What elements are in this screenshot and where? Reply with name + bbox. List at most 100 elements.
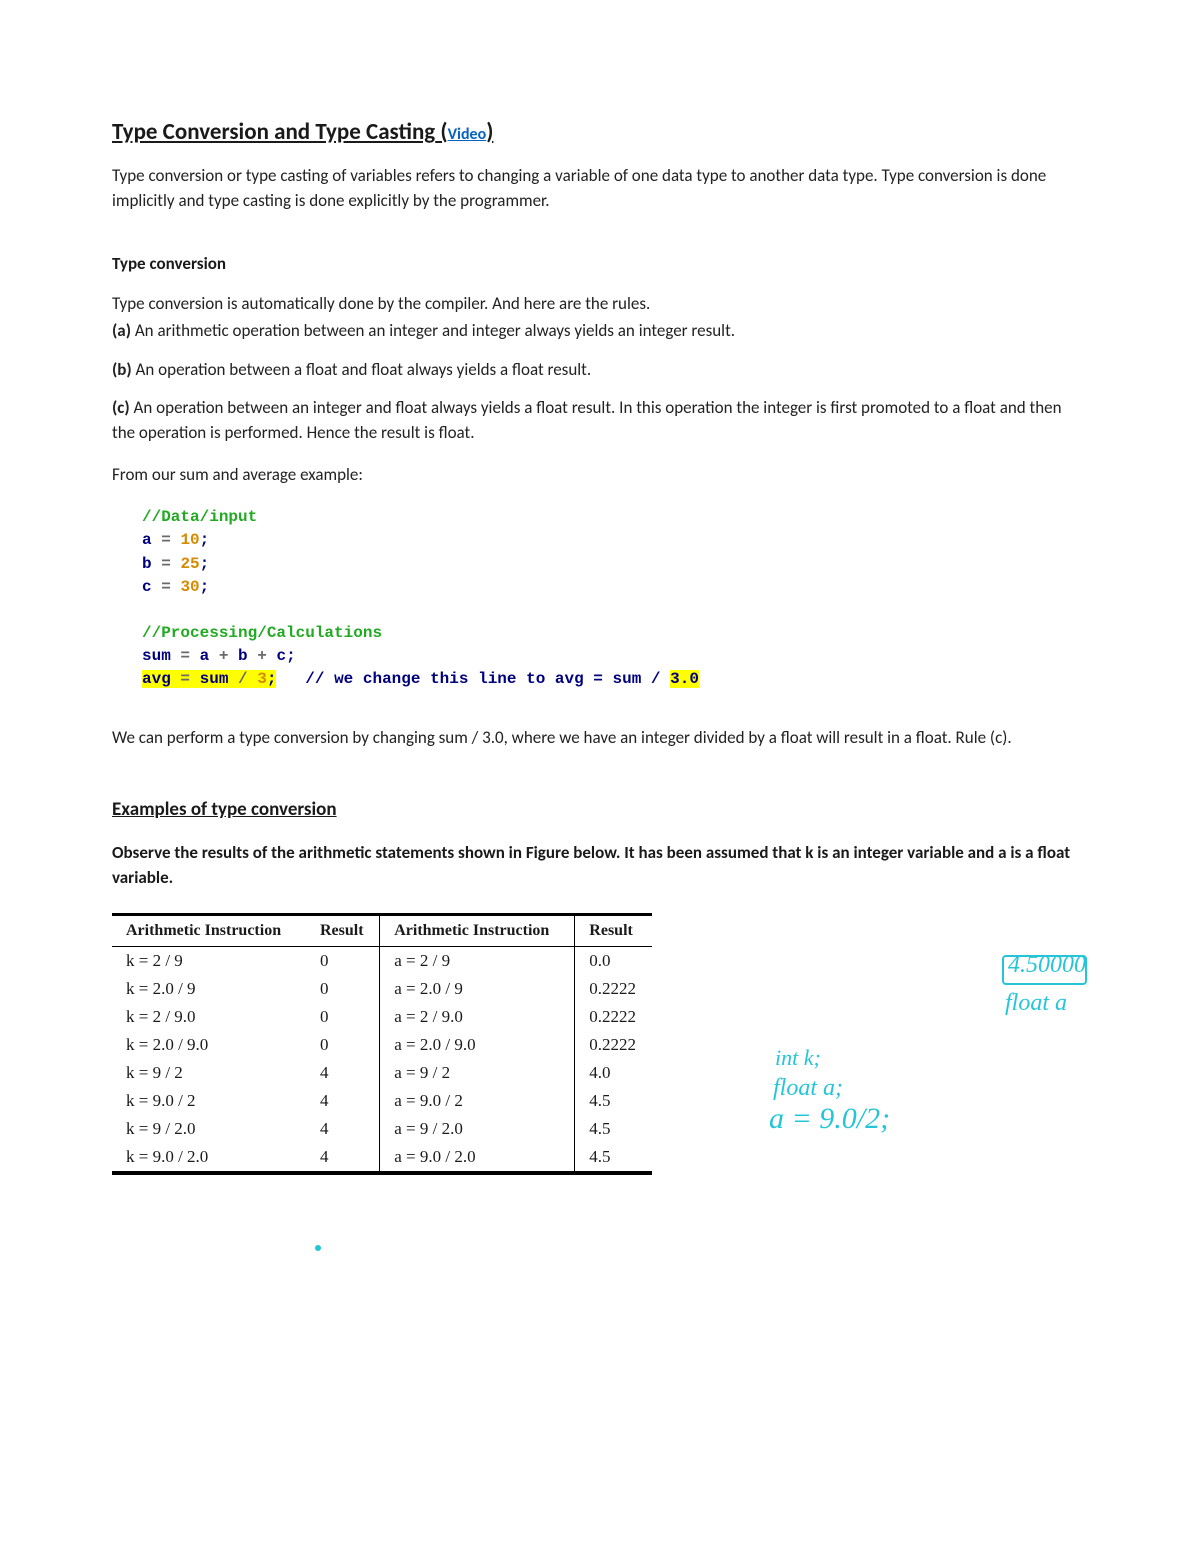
table-cell: 0 xyxy=(306,1031,380,1059)
code-semi: ; xyxy=(286,647,296,665)
code-num: 25 xyxy=(180,555,199,573)
handwriting-line-3: a = 9.0/2; xyxy=(769,1102,890,1136)
title-paren-close: ) xyxy=(486,118,493,146)
table-row: k = 9.0 / 24a = 9.0 / 24.5 xyxy=(112,1087,652,1115)
table-cell: a = 2 / 9 xyxy=(380,946,575,975)
code-var: a xyxy=(142,531,152,549)
intro-paragraph: Type conversion or type casting of varia… xyxy=(112,164,1088,213)
table-row: k = 2 / 9.00a = 2 / 9.00.2222 xyxy=(112,1003,652,1031)
table-cell: 0 xyxy=(306,1003,380,1031)
page-title: Type Conversion and Type Casting xyxy=(112,118,435,146)
table-cell: 4 xyxy=(306,1087,380,1115)
table-cell: a = 2.0 / 9.0 xyxy=(380,1031,575,1059)
code-highlight: avg = sum / 3; xyxy=(142,670,276,688)
table-cell: 0 xyxy=(306,975,380,1003)
code-var: sum xyxy=(190,670,238,688)
table-row: k = 2 / 90a = 2 / 90.0 xyxy=(112,946,652,975)
rule-c-prefix: (c) xyxy=(112,397,130,418)
code-op: = xyxy=(180,670,190,688)
conversion-table: Arithmetic Instruction Result Arithmetic… xyxy=(112,913,652,1175)
code-semi: ; xyxy=(200,578,210,596)
table-cell: k = 2.0 / 9 xyxy=(112,975,306,1003)
code-var: c xyxy=(267,647,286,665)
table-cell: k = 9 / 2.0 xyxy=(112,1115,306,1143)
code-var: sum xyxy=(142,647,180,665)
table-cell: 4 xyxy=(306,1059,380,1087)
table-header: Arithmetic Instruction xyxy=(380,914,575,946)
table-row: k = 2.0 / 90a = 2.0 / 90.2222 xyxy=(112,975,652,1003)
examples-heading: Examples of type conversion xyxy=(112,798,1088,821)
rule-b: (b) An operation between a float and flo… xyxy=(112,358,1088,383)
table-cell: a = 9.0 / 2 xyxy=(380,1087,575,1115)
table-header-row: Arithmetic Instruction Result Arithmetic… xyxy=(112,914,652,946)
table-cell: 4.0 xyxy=(575,1059,652,1087)
code-semi: ; xyxy=(200,555,210,573)
table-cell: 0.2222 xyxy=(575,1031,652,1059)
code-comment: //Processing/Calculations xyxy=(142,624,382,642)
handwriting-line-2: float a; xyxy=(773,1075,843,1102)
table-cell: a = 9 / 2.0 xyxy=(380,1115,575,1143)
code-op: + xyxy=(257,647,267,665)
code-op: + xyxy=(219,647,229,665)
table-row: k = 2.0 / 9.00a = 2.0 / 9.00.2222 xyxy=(112,1031,652,1059)
title-paren-open: ( xyxy=(435,118,447,146)
table-cell: k = 2 / 9.0 xyxy=(112,1003,306,1031)
code-var: b xyxy=(142,555,152,573)
handwriting-float-a-label: float a xyxy=(1005,990,1067,1017)
code-var: c xyxy=(142,578,152,596)
table-row: k = 9.0 / 2.04a = 9.0 / 2.04.5 xyxy=(112,1143,652,1173)
rule-a: (a) An arithmetic operation between an i… xyxy=(112,319,1088,344)
table-cell: k = 9.0 / 2.0 xyxy=(112,1143,306,1173)
section-heading-type-conversion: Type conversion xyxy=(112,253,1088,274)
rule-c-text: An operation between an integer and floa… xyxy=(112,397,1062,443)
code-comment: //Data/input xyxy=(142,508,257,526)
from-example-text: From our sum and average example: xyxy=(112,463,1088,488)
observe-text: Observe the results of the arithmetic st… xyxy=(112,841,1088,890)
table-cell: a = 9.0 / 2.0 xyxy=(380,1143,575,1173)
code-num: 3 xyxy=(248,670,267,688)
code-op: / xyxy=(238,670,248,688)
table-cell: 4.5 xyxy=(575,1115,652,1143)
table-cell: 0.2222 xyxy=(575,1003,652,1031)
code-num: 10 xyxy=(180,531,199,549)
rule-a-prefix: (a) xyxy=(112,320,131,341)
code-highlight: 3.0 xyxy=(670,670,699,688)
handwriting-line-1: int k; xyxy=(775,1045,821,1071)
table-cell: a = 2.0 / 9 xyxy=(380,975,575,1003)
conversion-table-wrap: Arithmetic Instruction Result Arithmetic… xyxy=(112,913,652,1175)
video-link[interactable]: Video xyxy=(448,125,487,144)
table-cell: 0.2222 xyxy=(575,975,652,1003)
table-header: Arithmetic Instruction xyxy=(112,914,306,946)
code-op: = xyxy=(180,647,190,665)
table-cell: 4.5 xyxy=(575,1143,652,1173)
rule-b-prefix: (b) xyxy=(112,359,132,380)
code-comment-inline: // we change this line to avg = sum / xyxy=(276,670,670,688)
code-var: a xyxy=(200,647,219,665)
table-row: k = 9 / 24a = 9 / 24.0 xyxy=(112,1059,652,1087)
code-semi: ; xyxy=(200,531,210,549)
handwriting-box-value: 4.50000 xyxy=(1008,952,1086,979)
rule-a-text: An arithmetic operation between an integ… xyxy=(131,320,735,341)
table-cell: 0 xyxy=(306,946,380,975)
page-title-block: Type Conversion and Type Casting (Video) xyxy=(112,118,1088,146)
table-cell: 4 xyxy=(306,1143,380,1173)
table-cell: 0.0 xyxy=(575,946,652,975)
code-op: = xyxy=(161,555,171,573)
code-semi: ; xyxy=(267,670,277,688)
table-cell: k = 2.0 / 9.0 xyxy=(112,1031,306,1059)
table-cell: k = 9.0 / 2 xyxy=(112,1087,306,1115)
table-cell: 4 xyxy=(306,1115,380,1143)
table-cell: 4.5 xyxy=(575,1087,652,1115)
table-header: Result xyxy=(575,914,652,946)
code-num: 30 xyxy=(180,578,199,596)
after-code-text: We can perform a type conversion by chan… xyxy=(112,726,1088,751)
table-cell: k = 9 / 2 xyxy=(112,1059,306,1087)
code-var: b xyxy=(228,647,257,665)
table-row: k = 9 / 2.04a = 9 / 2.04.5 xyxy=(112,1115,652,1143)
table-cell: k = 2 / 9 xyxy=(112,946,306,975)
table-cell: a = 2 / 9.0 xyxy=(380,1003,575,1031)
code-block: //Data/input a = 10; b = 25; c = 30; //P… xyxy=(142,506,1088,692)
handwriting-dot xyxy=(315,1245,321,1251)
code-var: avg xyxy=(142,670,180,688)
rules-intro: Type conversion is automatically done by… xyxy=(112,292,1088,317)
